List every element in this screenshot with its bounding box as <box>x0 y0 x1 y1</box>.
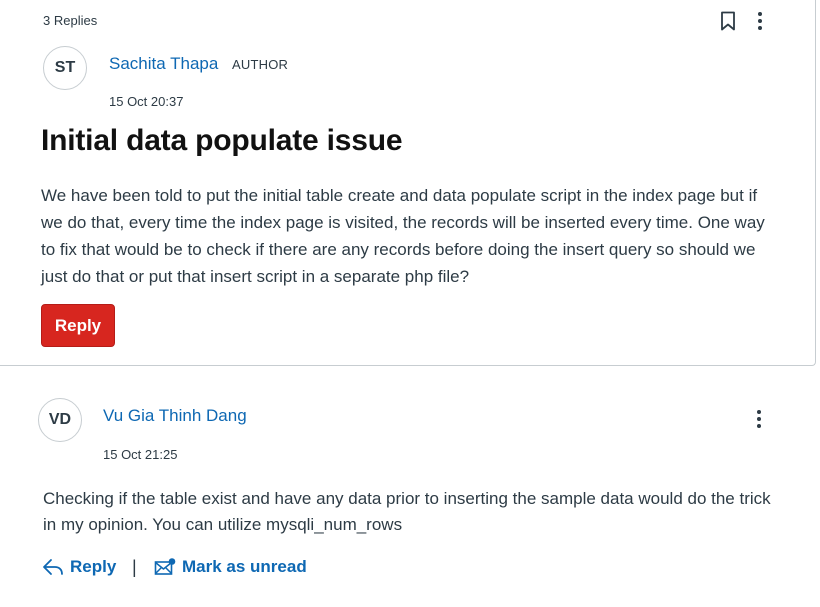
post-body: We have been told to put the initial tab… <box>41 186 765 286</box>
mark-as-unread-label: Mark as unread <box>182 557 307 576</box>
replies-count: 3 Replies <box>43 13 98 28</box>
action-separator: | <box>132 557 137 577</box>
bookmark-icon[interactable] <box>719 11 737 31</box>
topic-card: 3 Replies ST Sachita Thapa AUTHOR 15 Oct… <box>0 0 816 366</box>
reply-menu-icon[interactable] <box>755 410 763 432</box>
reply-body: Checking if the table exist and have any… <box>43 489 771 534</box>
page-title: Initial data populate issue <box>41 124 403 157</box>
mark-as-unread-link[interactable]: Mark as unread <box>154 557 307 577</box>
mail-unread-icon <box>154 558 176 575</box>
post-timestamp: 15 Oct 20:37 <box>109 94 184 109</box>
author-badge: AUTHOR <box>232 57 289 72</box>
topic-menu-icon[interactable] <box>756 12 764 34</box>
reply-author-name[interactable]: Vu Gia Thinh Dang <box>103 406 247 426</box>
author-name[interactable]: Sachita Thapa <box>109 54 218 74</box>
reply-arrow-icon <box>43 559 63 575</box>
reply-button[interactable]: Reply <box>41 304 115 347</box>
reply-link[interactable]: Reply <box>42 557 116 577</box>
reply-timestamp: 15 Oct 21:25 <box>103 447 178 462</box>
reply-link-label: Reply <box>70 557 117 576</box>
reply-avatar[interactable]: VD <box>38 398 82 442</box>
avatar[interactable]: ST <box>43 46 87 90</box>
